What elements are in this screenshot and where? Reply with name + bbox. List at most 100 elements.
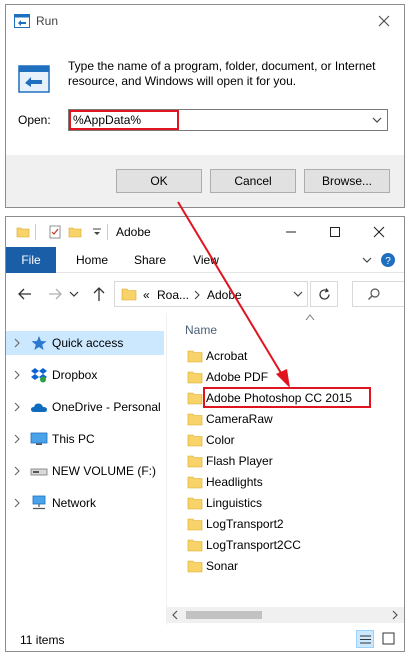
up-icon[interactable] — [90, 285, 108, 303]
folder-row[interactable]: Acrobat — [185, 346, 385, 367]
help-icon[interactable]: ? — [380, 252, 396, 268]
folder-name: LogTransport2 — [206, 517, 284, 531]
folder-icon — [121, 288, 137, 301]
recent-locations-icon[interactable] — [68, 285, 80, 303]
run-title: Run — [36, 14, 59, 28]
titlebar-divider — [35, 224, 36, 240]
scrollbar-thumb[interactable] — [186, 611, 262, 619]
ribbon: File Home Share View ? — [6, 247, 404, 273]
close-icon[interactable] — [368, 221, 390, 243]
scroll-left-icon[interactable] — [170, 610, 180, 620]
folder-icon — [187, 560, 203, 573]
forward-icon[interactable] — [46, 285, 64, 303]
breadcrumb-current[interactable]: Adobe — [207, 288, 242, 302]
computer-icon — [30, 432, 48, 445]
nav-label: Network — [52, 496, 97, 510]
folder-icon — [187, 392, 203, 405]
browse-button[interactable]: Browse... — [304, 169, 390, 193]
close-icon[interactable] — [374, 11, 394, 31]
nav-label: OneDrive - Personal — [52, 400, 161, 414]
folder-icon — [187, 413, 203, 426]
folder-icon — [187, 518, 203, 531]
open-combobox[interactable] — [68, 109, 388, 131]
open-input[interactable] — [73, 112, 353, 128]
tab-share[interactable]: Share — [122, 247, 178, 273]
back-icon[interactable] — [16, 285, 34, 303]
folder-icon — [16, 227, 30, 238]
run-titlebar: Run — [6, 5, 404, 37]
folder-name: Linguistics — [206, 496, 263, 510]
cancel-button[interactable]: Cancel — [210, 169, 296, 193]
folder-row[interactable]: Flash Player — [185, 451, 385, 472]
minimize-icon[interactable] — [280, 221, 302, 243]
properties-icon[interactable] — [48, 225, 62, 239]
ok-button[interactable]: OK — [116, 169, 202, 193]
column-header-name[interactable]: Name — [185, 323, 217, 337]
address-bar-row: « Roa... Adobe — [6, 273, 404, 313]
folder-name: CameraRaw — [206, 412, 273, 426]
chevron-right-icon[interactable] — [12, 497, 22, 509]
details-view-icon — [360, 635, 371, 644]
nav-label: NEW VOLUME (F:) — [52, 464, 156, 478]
folder-row[interactable]: Sonar — [185, 556, 385, 577]
nav-item-quick-access[interactable]: Quick access — [6, 331, 164, 355]
horizontal-scrollbar[interactable] — [166, 607, 404, 623]
chevron-right-icon[interactable] — [12, 337, 22, 349]
nav-item-new-volume[interactable]: NEW VOLUME (F:) — [6, 459, 164, 483]
svg-text:?: ? — [385, 256, 391, 267]
folder-row[interactable]: CameraRaw — [185, 409, 385, 430]
refresh-button[interactable] — [310, 281, 338, 307]
nav-label: Dropbox — [52, 368, 98, 382]
scroll-right-icon[interactable] — [390, 610, 400, 620]
breadcrumb-parent[interactable]: Roa... — [157, 288, 189, 302]
breadcrumb-overflow[interactable]: « — [143, 288, 150, 302]
chevron-right-icon[interactable] — [12, 369, 22, 381]
folder-row[interactable]: LogTransport2CC — [185, 535, 385, 556]
tab-home[interactable]: Home — [64, 247, 120, 273]
nav-item-onedrive[interactable]: OneDrive - Personal — [6, 395, 164, 419]
nav-label: Quick access — [52, 336, 124, 350]
nav-item-network[interactable]: Network — [6, 491, 164, 515]
new-folder-icon[interactable] — [68, 225, 82, 239]
cloud-icon — [31, 403, 47, 412]
folder-icon — [187, 539, 203, 552]
search-input[interactable] — [385, 286, 403, 302]
chevron-right-icon[interactable] — [12, 433, 22, 445]
chevron-down-icon[interactable] — [369, 112, 385, 128]
chevron-right-icon[interactable] — [12, 401, 22, 413]
expand-ribbon-icon[interactable] — [360, 253, 374, 267]
folder-row[interactable]: Headlights — [185, 472, 385, 493]
folder-row[interactable]: Color — [185, 430, 385, 451]
run-dialog: Run Type the name of a program, folder, … — [5, 4, 405, 208]
folder-icon — [187, 350, 203, 363]
tab-view[interactable]: View — [180, 247, 232, 273]
run-program-icon — [18, 65, 50, 93]
folder-name: Flash Player — [206, 454, 273, 468]
address-bar[interactable]: « Roa... Adobe — [114, 281, 308, 307]
customize-toolbar-icon[interactable] — [90, 225, 104, 239]
folder-row[interactable]: Linguistics — [185, 493, 385, 514]
details-view-button[interactable] — [356, 630, 374, 648]
nav-item-this-pc[interactable]: This PC — [6, 427, 164, 451]
window-title: Adobe — [116, 225, 151, 239]
sort-ascending-icon — [305, 314, 315, 321]
folder-icon — [187, 497, 203, 510]
folder-row[interactable]: Adobe Photoshop CC 2015 — [185, 388, 385, 409]
folder-row[interactable]: Adobe PDF — [185, 367, 385, 388]
tab-file[interactable]: File — [6, 247, 56, 273]
breadcrumb-separator-icon[interactable] — [193, 290, 201, 300]
file-list: Name Acrobat Adobe PDF Adobe Photoshop C… — [166, 313, 404, 625]
large-icons-view-button[interactable] — [380, 630, 398, 648]
maximize-icon[interactable] — [324, 221, 346, 243]
folder-row[interactable]: LogTransport2 — [185, 514, 385, 535]
chevron-down-icon[interactable] — [291, 287, 305, 301]
chevron-right-icon[interactable] — [12, 465, 22, 477]
run-icon — [14, 14, 30, 28]
run-description: Type the name of a program, folder, docu… — [68, 59, 376, 88]
search-box[interactable] — [352, 281, 404, 307]
nav-item-dropbox[interactable]: Dropbox — [6, 363, 164, 387]
large-icons-view-icon — [382, 632, 395, 645]
folder-icon — [187, 371, 203, 384]
folder-icon — [187, 476, 203, 489]
folder-name: Acrobat — [206, 349, 248, 363]
